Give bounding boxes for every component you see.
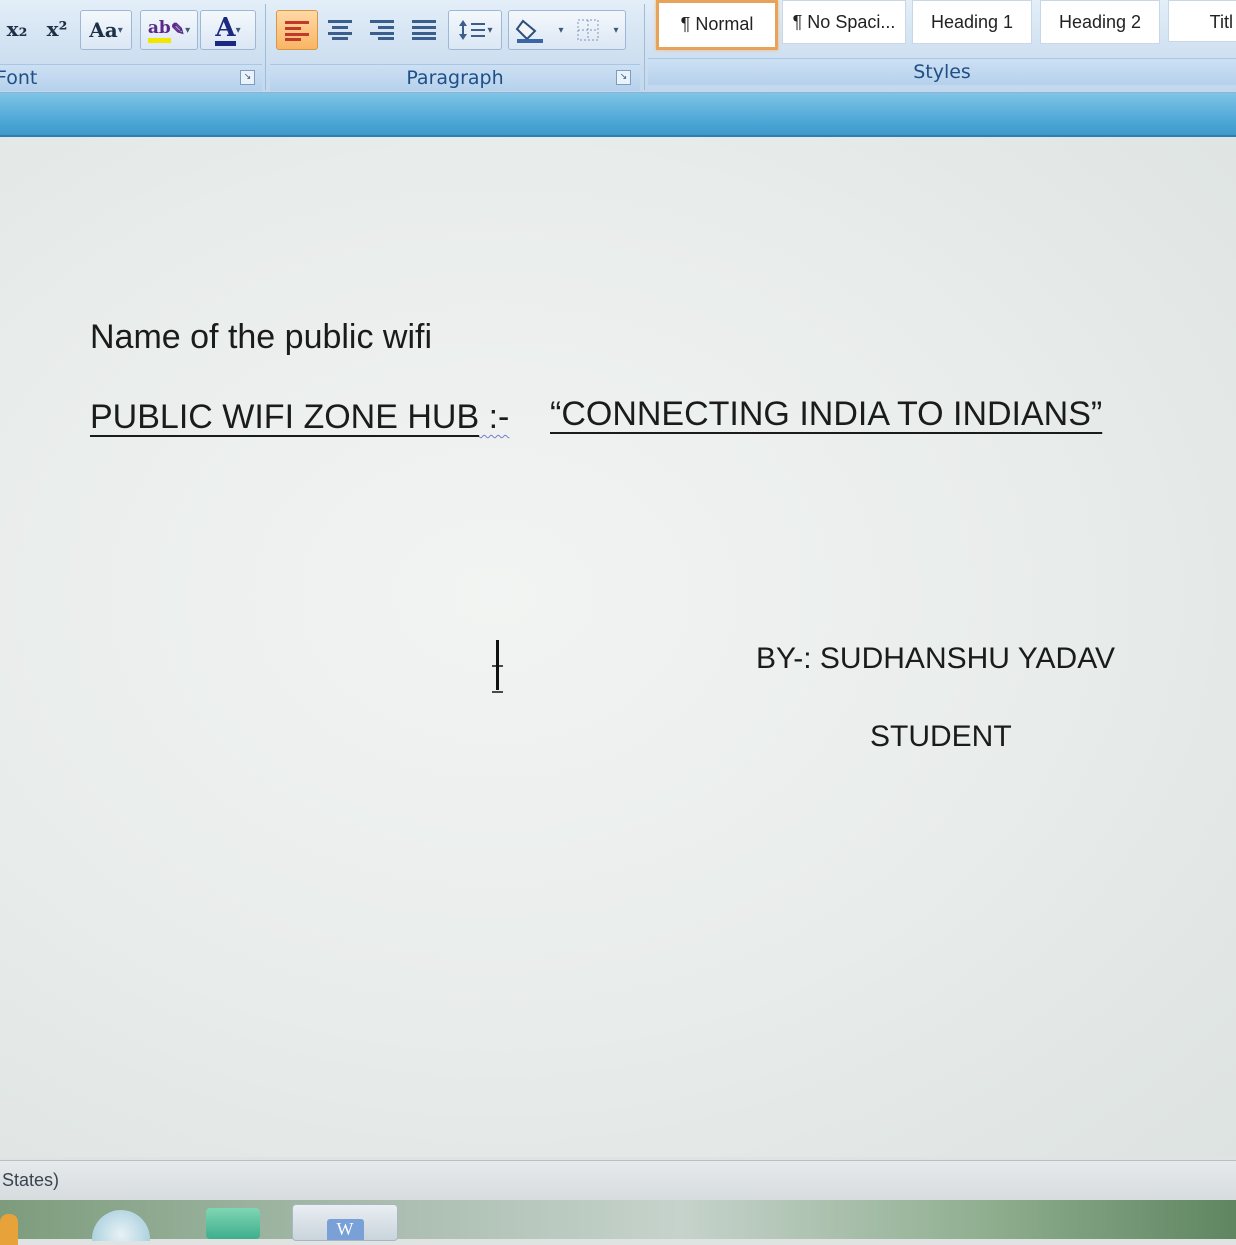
paint-bucket-icon [516, 19, 544, 43]
doc-line-hub-title: PUBLIC WIFI ZONE HUB :- [90, 398, 509, 437]
superscript-button[interactable]: x² [42, 10, 72, 48]
change-case-label: Aa [89, 18, 118, 42]
borders-icon [577, 19, 599, 41]
align-center-button[interactable] [322, 10, 358, 48]
font-group-label: Font [0, 64, 262, 91]
chevron-down-icon: ▾ [117, 24, 123, 36]
text-cursor-icon [492, 640, 503, 693]
doc-line-role: STUDENT [870, 720, 1012, 753]
doc-line-author: BY-: SUDHANSHU YADAV [756, 642, 1115, 675]
style-heading-1[interactable]: Heading 1 [912, 0, 1032, 44]
justify-button[interactable] [406, 10, 442, 48]
justify-icon [412, 20, 436, 40]
styles-group-label: Styles [648, 58, 1236, 85]
line-spacing-icon [459, 20, 486, 40]
paragraph-dialog-launcher-icon[interactable]: ↘ [616, 70, 631, 85]
highlight-icon: ab [147, 18, 171, 43]
taskbar: W [0, 1200, 1236, 1245]
pen-icon: ✎ [170, 20, 186, 40]
highlight-button[interactable]: ab ✎ ▾ [140, 10, 198, 50]
style-heading-2[interactable]: Heading 2 [1040, 0, 1160, 44]
word-icon: W [326, 1219, 364, 1240]
align-center-icon [328, 20, 352, 40]
chevron-down-icon: ▾ [558, 24, 564, 36]
subscript-button[interactable]: x₂ [2, 10, 32, 48]
slogan-text: “CONNECTING INDIA TO INDIANS” [550, 395, 1103, 433]
paragraph-group: ▾ ▾ ▾ Paragraph ↘ [270, 0, 640, 92]
start-orb-icon[interactable] [0, 1214, 18, 1245]
group-separator [644, 4, 645, 90]
align-right-button[interactable] [364, 10, 400, 48]
align-left-button[interactable] [276, 10, 318, 50]
font-color-button[interactable]: A ▾ [200, 10, 256, 50]
style-normal[interactable]: ¶ Normal [656, 0, 778, 50]
styles-group: ¶ Normal ¶ No Spaci... Heading 1 Heading… [648, 0, 1236, 92]
status-bar: States) [0, 1160, 1236, 1201]
hub-name-text: PUBLIC WIFI ZONE HUB [90, 398, 480, 436]
chevron-down-icon: ▾ [235, 24, 241, 36]
ribbon-bottom-band [0, 93, 1236, 137]
group-separator [265, 4, 266, 90]
align-right-icon [370, 20, 394, 40]
chevron-down-icon: ▾ [185, 24, 191, 36]
doc-line-wifi-name-text: Name of the public wifi [90, 318, 433, 356]
word-taskbar-button[interactable]: W [292, 1204, 398, 1241]
line-spacing-button[interactable]: ▾ [448, 10, 502, 50]
file-explorer-icon[interactable] [206, 1208, 260, 1239]
ribbon: x₂ x² Aa ▾ ab ✎ ▾ A ▾ Font ↘ ▾ ▾ ▾ Parag… [0, 0, 1236, 93]
chevron-down-icon: ▾ [487, 24, 493, 36]
media-player-icon[interactable] [92, 1210, 150, 1241]
font-color-icon: A [215, 15, 236, 46]
align-left-icon [285, 21, 309, 41]
doc-line-slogan: “CONNECTING INDIA TO INDIANS” [550, 395, 1102, 434]
shading-button[interactable]: ▾ ▾ [508, 10, 626, 50]
separator-text: :- [479, 398, 510, 436]
doc-line-wifi-name-heading: Name of the public wifi [90, 318, 432, 357]
style-title[interactable]: Titl [1168, 0, 1236, 42]
font-group: x₂ x² Aa ▾ ab ✎ ▾ A ▾ Font ↘ [0, 0, 262, 92]
font-dialog-launcher-icon[interactable]: ↘ [240, 70, 255, 85]
chevron-down-icon: ▾ [613, 24, 619, 36]
status-bar-text: States) [2, 1170, 60, 1190]
style-no-spacing[interactable]: ¶ No Spaci... [782, 0, 906, 44]
change-case-button[interactable]: Aa ▾ [80, 10, 132, 50]
paragraph-group-label: Paragraph [270, 64, 640, 91]
